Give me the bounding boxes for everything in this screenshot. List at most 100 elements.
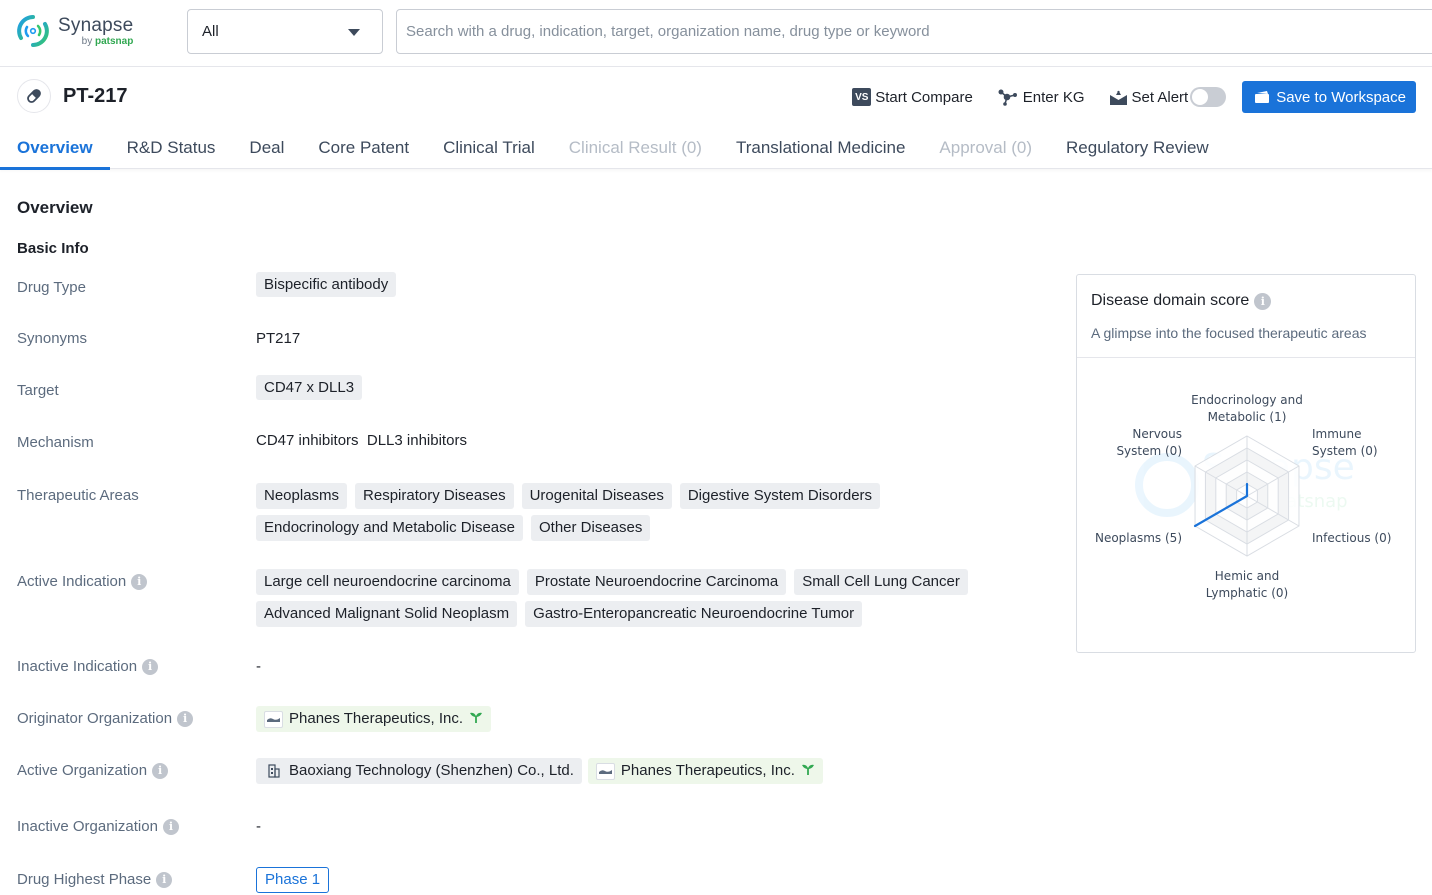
label-inactive-indication: Inactive Indication i: [17, 658, 159, 675]
set-alert-label: Set Alert: [1131, 88, 1189, 106]
folder-icon: [1254, 90, 1270, 104]
phase-badge: Phase 1: [256, 867, 330, 893]
organization-tag[interactable]: Phanes Therapeutics, Inc.: [256, 706, 491, 732]
save-to-workspace-button[interactable]: Save to Workspace: [1242, 81, 1416, 113]
top-bar: Synapse by patsnap All: [0, 0, 1432, 67]
search-input[interactable]: [396, 9, 1432, 54]
tab-overview[interactable]: Overview: [0, 127, 110, 170]
logo-by: by: [81, 35, 93, 47]
organization-name: Baoxiang Technology (Shenzhen) Co., Ltd.: [289, 762, 574, 779]
search-scope-select[interactable]: All: [187, 9, 383, 54]
label-highest-phase: Drug Highest Phase i: [17, 871, 173, 888]
indication-tag[interactable]: Large cell neuroendocrine carcinoma: [256, 569, 519, 595]
radar-axis-label: Nervous System (0): [1116, 427, 1182, 458]
logo-title: Synapse: [58, 14, 134, 36]
enter-kg-button[interactable]: Enter KG: [997, 88, 1085, 106]
synapse-logo-icon: [17, 15, 49, 47]
label-active-indication-text: Active Indication: [17, 573, 127, 590]
start-compare-button[interactable]: VS Start Compare: [852, 88, 973, 106]
company-logo-icon: [264, 710, 283, 728]
label-originator-org-text: Originator Organization: [17, 710, 173, 727]
startup-sprout-icon: [801, 762, 815, 780]
label-active-org-text: Active Organization: [17, 762, 148, 779]
tab-deal[interactable]: Deal: [232, 127, 301, 169]
organization-name: Phanes Therapeutics, Inc.: [620, 762, 795, 779]
label-highest-phase-text: Drug Highest Phase: [17, 871, 152, 888]
value-drug-type: Bispecific antibody: [256, 272, 397, 297]
info-icon[interactable]: i: [177, 710, 194, 727]
set-alert-button[interactable]: Set Alert: [1109, 87, 1227, 107]
search-scope-value: All: [202, 23, 219, 40]
synapse-logo[interactable]: Synapse by patsnap: [16, 14, 133, 48]
detail-tabs: Overview R&D Status Deal Core Patent Cli…: [0, 127, 1432, 170]
company-logo-icon: [595, 762, 615, 780]
indication-tag[interactable]: Advanced Malignant Solid Neoplasm: [256, 601, 518, 627]
therapeutic-area-tags: Neoplasms Respiratory Diseases Urogenita…: [256, 483, 976, 541]
tab-clinical-result[interactable]: Clinical Result (0): [552, 127, 719, 169]
alert-mail-icon: [1109, 89, 1128, 106]
target-tag[interactable]: CD47 x DLL3: [256, 375, 363, 400]
disease-domain-header: Disease domain score i A glimpse into the…: [1077, 275, 1415, 358]
logo-brand: patsnap: [95, 35, 134, 47]
tab-core-patent[interactable]: Core Patent: [301, 127, 426, 169]
radar-axis-label: Hemic and Lymphatic (0): [1206, 569, 1288, 600]
indication-tag[interactable]: Gastro-Enteropancreatic Neuroendocrine T…: [525, 601, 863, 627]
alert-toggle[interactable]: [1190, 87, 1227, 107]
info-icon[interactable]: i: [152, 762, 169, 779]
radar-axis-label: Endocrinology and Metabolic (1): [1191, 393, 1303, 424]
organization-tag[interactable]: Baoxiang Technology (Shenzhen) Co., Ltd.: [256, 758, 582, 784]
save-to-workspace-label: Save to Workspace: [1276, 88, 1406, 106]
info-icon[interactable]: i: [142, 658, 159, 675]
therapeutic-area-tag: Respiratory Diseases: [355, 483, 514, 509]
info-icon[interactable]: i: [131, 573, 148, 590]
info-icon[interactable]: i: [162, 818, 179, 835]
value-active-organization: Baoxiang Technology (Shenzhen) Co., Ltd.…: [256, 758, 823, 784]
label-originator-organization: Originator Organization i: [17, 710, 194, 727]
info-icon[interactable]: i: [156, 871, 173, 888]
value-target: CD47 x DLL3: [256, 375, 363, 400]
pill-icon: [17, 79, 51, 113]
radar-axis-label: Immune System (0): [1312, 427, 1378, 458]
label-synonyms: Synonyms: [17, 330, 88, 347]
label-inactive-organization: Inactive Organization i: [17, 818, 179, 835]
label-active-indication: Active Indication i: [17, 573, 148, 590]
label-mechanism: Mechanism: [17, 434, 94, 451]
tab-approval[interactable]: Approval (0): [922, 127, 1049, 169]
value-synonyms: PT217: [256, 330, 301, 347]
active-indication-tags: Large cell neuroendocrine carcinoma Pros…: [256, 569, 976, 627]
tab-regulatory-review[interactable]: Regulatory Review: [1049, 127, 1226, 169]
organization-tag[interactable]: Phanes Therapeutics, Inc.: [587, 758, 823, 784]
label-active-organization: Active Organization i: [17, 762, 169, 779]
drug-actions: VS Start Compare Enter KG Set Alert Save…: [828, 81, 1416, 113]
value-inactive-indication: -: [256, 658, 261, 675]
logo-subtitle: by patsnap: [58, 35, 134, 47]
disease-domain-radar-chart: Synapse by patsnap Endocrinology andMeta…: [1095, 393, 1391, 600]
value-highest-phase: Phase 1: [256, 867, 330, 893]
tab-clinical-trial[interactable]: Clinical Trial: [426, 127, 552, 169]
section-title-overview: Overview: [17, 198, 93, 217]
tab-translational-medicine[interactable]: Translational Medicine: [719, 127, 922, 169]
info-icon[interactable]: i: [1254, 292, 1272, 310]
label-therapeutic-areas: Therapeutic Areas: [17, 487, 139, 504]
enter-kg-label: Enter KG: [1022, 88, 1085, 106]
section-title-basic-info: Basic Info: [17, 240, 89, 257]
label-inactive-org-text: Inactive Organization: [17, 818, 158, 835]
indication-tag[interactable]: Small Cell Lung Cancer: [794, 569, 968, 595]
drug-header: PT-217 VS Start Compare Enter KG Set Ale…: [0, 68, 1432, 126]
start-compare-label: Start Compare: [875, 88, 973, 106]
caret-down-icon: [348, 29, 360, 36]
therapeutic-area-tag: Neoplasms: [256, 483, 348, 509]
label-target: Target: [17, 382, 59, 399]
tab-rd-status[interactable]: R&D Status: [110, 127, 233, 169]
value-mechanism: CD47 inhibitors DLL3 inhibitors: [256, 432, 467, 449]
knowledge-graph-icon: [997, 88, 1019, 106]
drug-name: PT-217: [63, 85, 128, 107]
label-inactive-indication-text: Inactive Indication: [17, 658, 138, 675]
indication-tag[interactable]: Prostate Neuroendocrine Carcinoma: [526, 569, 787, 595]
value-originator-organization: Phanes Therapeutics, Inc.: [256, 706, 491, 732]
startup-sprout-icon: [469, 710, 483, 728]
building-icon: [264, 763, 283, 780]
therapeutic-area-tag: Urogenital Diseases: [521, 483, 672, 509]
compare-icon: VS: [852, 88, 872, 106]
radar-axis-label: Neoplasms (5): [1095, 531, 1182, 545]
